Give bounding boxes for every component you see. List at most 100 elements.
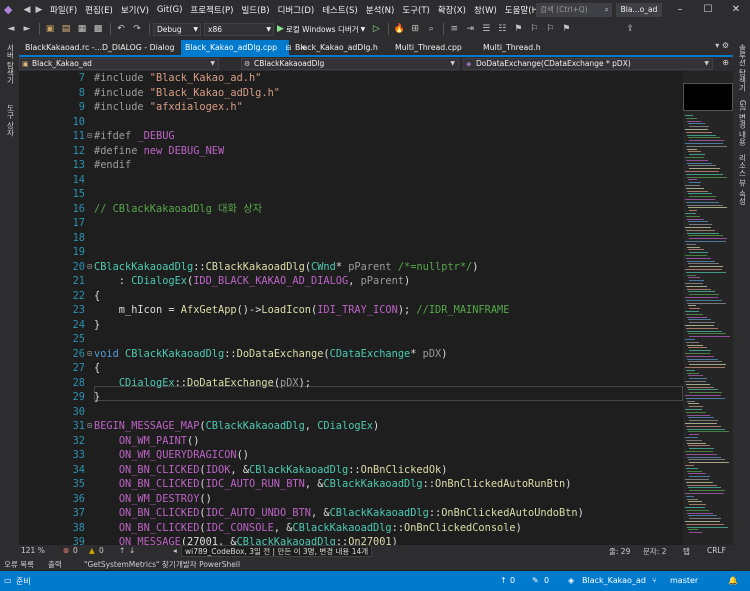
- close-icon[interactable]: ✕: [722, 0, 750, 20]
- tab-dlg-h[interactable]: Black_Kakao_adDlg.h: [291, 41, 391, 55]
- scroll-map-line: [686, 439, 702, 441]
- scroll-map-line: [688, 249, 704, 251]
- scroll-map-line: [689, 532, 702, 534]
- menu-extensions[interactable]: 확장(X): [434, 4, 470, 16]
- project-dropdown[interactable]: ▣ Black_Kakao_ad ▼: [19, 58, 219, 70]
- toolbar-divider: [443, 23, 445, 35]
- toolbox-tab[interactable]: 도구 상자: [5, 104, 16, 136]
- scroll-map-line: [686, 257, 711, 259]
- server-explorer-tab[interactable]: 서버 탐색기: [5, 44, 16, 84]
- warning-count[interactable]: 0: [99, 546, 104, 555]
- bookmark-icon[interactable]: ⚑: [511, 22, 525, 36]
- branch-name[interactable]: master: [670, 576, 698, 585]
- tab-find-results[interactable]: "GetSystemMetrics" 찾기: [84, 559, 176, 570]
- scroll-left-icon[interactable]: ◂: [173, 546, 177, 555]
- menu-tools[interactable]: 도구(T): [398, 4, 433, 16]
- code-line: 13 #endif: [72, 159, 132, 171]
- minimize-icon[interactable]: –: [666, 0, 694, 20]
- scroll-map-line: [685, 367, 725, 368]
- forward-icon[interactable]: ▶: [34, 3, 44, 17]
- line-ending-indicator[interactable]: CRLF: [707, 546, 726, 555]
- pending-changes-count[interactable]: 0: [544, 576, 549, 585]
- nav-back-icon[interactable]: ◄: [4, 22, 18, 36]
- solution-config-dropdown[interactable]: Debug ▼: [153, 22, 201, 36]
- indent-icon[interactable]: ⇥: [463, 22, 477, 36]
- nav-up-icon[interactable]: ↑: [119, 546, 125, 555]
- scroll-map-line: [689, 350, 711, 352]
- diagnostics-icon[interactable]: ⊞: [408, 22, 422, 36]
- git-push-count[interactable]: 0: [510, 576, 515, 585]
- scroll-map[interactable]: [683, 71, 733, 545]
- save-icon[interactable]: ▦: [75, 22, 89, 36]
- scope-dropdown[interactable]: ⚙ CBlackKakaoadDlg ▼: [241, 58, 459, 70]
- maximize-icon[interactable]: ☐: [694, 0, 722, 20]
- error-count[interactable]: 0: [73, 546, 78, 555]
- save-all-icon[interactable]: ▩: [91, 22, 105, 36]
- member-dropdown[interactable]: ◈ DoDataExchange(CDataExchange * pDX) ▼: [463, 58, 713, 70]
- collapse-icon: ⊟: [87, 131, 92, 140]
- tab-dlg-cpp[interactable]: Black_Kakao_adDlg.cpp ⊟ ✕: [181, 40, 306, 56]
- tab-error-list[interactable]: 오류 목록: [4, 559, 34, 570]
- chevron-down-icon: ▼: [266, 25, 271, 33]
- zoom-level[interactable]: 121 %: [21, 546, 45, 555]
- scroll-map-line: [685, 493, 724, 494]
- tab-multithread-cpp[interactable]: Multi_Thread.cpp: [391, 41, 479, 55]
- indent-indicator[interactable]: 탭: [683, 546, 690, 557]
- open-file-icon[interactable]: ▤: [59, 22, 73, 36]
- redo-icon[interactable]: ↷: [130, 22, 144, 36]
- find-icon[interactable]: ⌕: [424, 22, 438, 36]
- menu-project[interactable]: 프로젝트(P): [186, 4, 237, 16]
- menu-file[interactable]: 파일(F): [46, 4, 81, 16]
- new-item-icon[interactable]: ▣: [43, 22, 57, 36]
- platform-dropdown[interactable]: x86 ▼: [204, 22, 274, 36]
- clear-bookmarks-icon[interactable]: ⚑: [559, 22, 573, 36]
- split-editor-icon[interactable]: ⊕: [722, 58, 729, 67]
- pencil-icon[interactable]: ✎: [532, 576, 539, 585]
- nav-forward-icon[interactable]: ►: [20, 22, 34, 36]
- search-input[interactable]: 검색 (Ctrl+Q) ⌕: [536, 3, 612, 17]
- tab-rc-dialog[interactable]: BlackKakaoad.rc -...D_DIALOG - Dialog: [21, 41, 179, 55]
- start-without-debugging-icon[interactable]: ▷: [369, 22, 383, 36]
- live-share-icon[interactable]: ⇪: [623, 22, 637, 36]
- code-editor[interactable]: 7 #include "Black_Kakao_ad.h" 8 #include "…: [19, 71, 683, 545]
- start-debugging-button[interactable]: ▶ 로컬 Windows 디버거 ▼: [277, 24, 365, 35]
- menu-view[interactable]: 보기(V): [117, 4, 153, 16]
- next-bookmark-icon[interactable]: ⚐: [543, 22, 557, 36]
- notifications-icon[interactable]: 🔔: [728, 576, 738, 585]
- scroll-map-line: [689, 336, 730, 338]
- nav-down-icon[interactable]: ↓: [129, 546, 135, 555]
- repository-name[interactable]: Black_Kakao_ad: [582, 576, 646, 585]
- properties-tab[interactable]: 속성: [737, 190, 748, 205]
- git-push-icon[interactable]: ↑: [500, 576, 507, 585]
- code-line: 12 #define new DEBUG_NEW: [72, 144, 225, 157]
- tab-developer-powershell[interactable]: 개발자 PowerShell: [176, 559, 240, 570]
- scroll-map-line: [688, 417, 714, 419]
- scroll-map-viewport[interactable]: [683, 83, 733, 111]
- menu-test[interactable]: 테스트(S): [318, 4, 362, 16]
- scroll-map-line: [685, 409, 702, 410]
- menu-git[interactable]: Git(G): [153, 5, 187, 15]
- menu-edit[interactable]: 편집(E): [81, 4, 117, 16]
- scroll-map-line: [686, 285, 707, 287]
- scroll-map-line: [688, 137, 720, 139]
- hot-reload-icon[interactable]: 🔥: [392, 22, 406, 36]
- menu-build[interactable]: 빌드(B): [237, 4, 273, 16]
- tab-output[interactable]: 출력: [48, 559, 62, 570]
- format-icon[interactable]: ≡: [447, 22, 461, 36]
- prev-bookmark-icon[interactable]: ⚐: [527, 22, 541, 36]
- resource-view-tab[interactable]: 리소스 뷰: [737, 154, 748, 186]
- play-icon: ▶: [277, 24, 284, 34]
- tab-overflow-icon[interactable]: ▾ ⚙: [715, 41, 729, 50]
- uncomment-icon[interactable]: ☷: [495, 22, 509, 36]
- undo-icon[interactable]: ↶: [114, 22, 128, 36]
- tab-multithread-h[interactable]: Multi_Thread.h: [479, 41, 559, 55]
- back-icon[interactable]: ◀: [22, 3, 32, 17]
- menu-window[interactable]: 창(W): [470, 4, 501, 16]
- scroll-map-line: [685, 451, 713, 452]
- solution-explorer-tab[interactable]: 솔루션 탐색기: [737, 44, 748, 91]
- menu-debug[interactable]: 디버그(D): [274, 4, 319, 16]
- menu-analyze[interactable]: 분석(N): [362, 4, 399, 16]
- git-changes-tab[interactable]: Git 변경 내용: [737, 100, 748, 146]
- comment-icon[interactable]: ☰: [479, 22, 493, 36]
- editor-status-bar: 121 % ⊗ 0 ▲ 0 ↑ ↓ ◂ 줄: 29 문자: 2 탭 CRLF: [19, 545, 733, 557]
